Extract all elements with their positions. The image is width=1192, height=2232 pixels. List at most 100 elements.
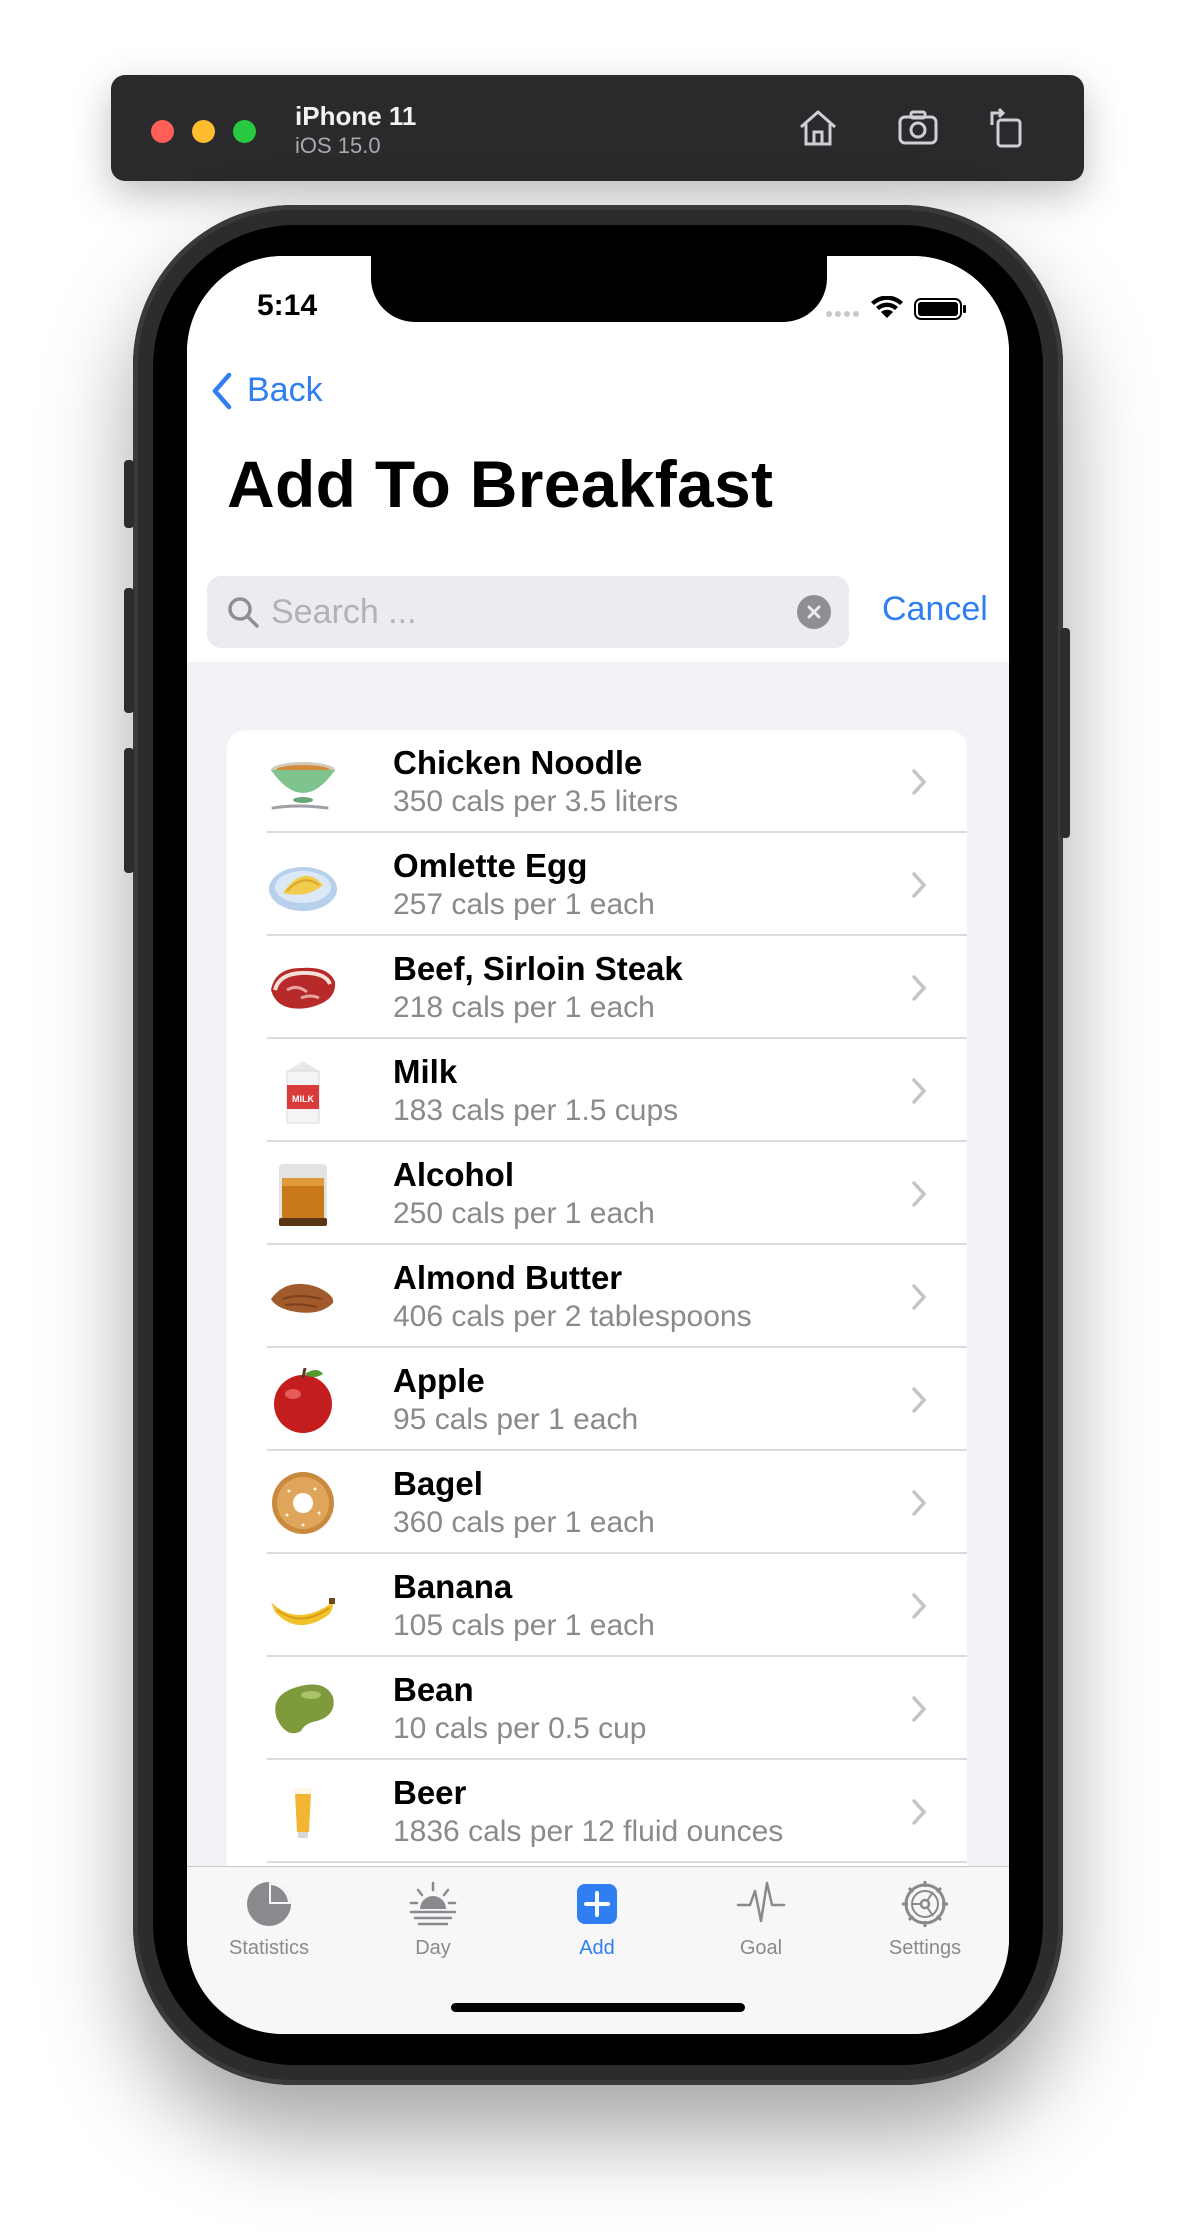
battery-icon (914, 298, 966, 320)
device-name: iPhone 11 (295, 101, 417, 131)
volume-down-button (124, 748, 134, 873)
gear-icon (902, 1881, 948, 1927)
back-button[interactable]: Back (211, 371, 323, 410)
chevron-right-icon (912, 1078, 927, 1104)
zoom-window-button[interactable] (233, 120, 256, 143)
os-version: iOS 15.0 (295, 133, 381, 158)
tab-add[interactable]: Add (515, 1867, 679, 1977)
cancel-button[interactable]: Cancel (882, 590, 988, 629)
apple-icon (274, 1367, 332, 1433)
milk-carton-icon: MILK (286, 1061, 320, 1124)
almond-icon (271, 1283, 334, 1313)
plus-square-icon (577, 1884, 617, 1924)
list-item[interactable]: MILK Milk 183 cals per 1.5 cups (227, 1039, 967, 1142)
clear-search-icon[interactable] (797, 595, 831, 629)
home-indicator (451, 2003, 745, 2012)
food-calories: 350 cals per 3.5 liters (393, 785, 679, 818)
list-item[interactable]: Bagel 360 cals per 1 each (227, 1451, 967, 1554)
food-calories: 360 cals per 1 each (393, 1506, 655, 1539)
page-title: Add To Breakfast (227, 447, 774, 521)
food-name: Omlette Egg (393, 847, 588, 884)
mute-switch (124, 460, 134, 528)
chevron-right-icon (912, 1593, 927, 1619)
chevron-right-icon (912, 1696, 927, 1722)
rotate-icon[interactable] (983, 103, 1033, 153)
simulator-toolbar: iPhone 11 iOS 15.0 (111, 75, 1084, 181)
heartbeat-icon (736, 1881, 786, 1923)
tab-label: Settings (888, 1937, 962, 1959)
list-item[interactable]: Alcohol 250 cals per 1 each (227, 1142, 967, 1245)
list-item[interactable]: Banana 105 cals per 1 each (227, 1554, 967, 1657)
status-time: 5:14 (257, 289, 318, 322)
pie-chart-icon (247, 1882, 291, 1926)
power-button (1060, 628, 1070, 838)
sunrise-icon (409, 1881, 457, 1926)
notch (371, 256, 827, 322)
back-label: Back (247, 371, 323, 409)
chevron-right-icon (912, 1284, 927, 1310)
tab-settings[interactable]: Settings (843, 1867, 1007, 1977)
volume-up-button (124, 588, 134, 713)
food-name: Banana (393, 1568, 513, 1605)
search-field[interactable] (207, 576, 849, 648)
soup-bowl-icon (271, 762, 335, 810)
food-calories: 250 cals per 1 each (393, 1197, 655, 1230)
chevron-left-icon (212, 372, 232, 409)
list-item[interactable]: Bean 10 cals per 0.5 cup (227, 1657, 967, 1760)
food-list: Chicken Noodle 350 cals per 3.5 liters O… (227, 730, 967, 2030)
chevron-right-icon (912, 975, 927, 1001)
tab-label: Goal (739, 1937, 783, 1959)
banana-icon (271, 1598, 335, 1626)
food-calories: 10 cals per 0.5 cup (393, 1712, 647, 1745)
chevron-right-icon (912, 1490, 927, 1516)
search-input[interactable] (271, 576, 771, 648)
close-window-button[interactable] (151, 120, 174, 143)
wifi-icon (871, 296, 903, 318)
app-screen: 5:14 Back Add To Breakfast Search ... Ca… (187, 256, 1009, 2034)
food-calories: 1836 cals per 12 fluid ounces (393, 1815, 784, 1848)
whiskey-glass-icon (279, 1164, 327, 1226)
list-item[interactable]: Beef, Sirloin Steak 218 cals per 1 each (227, 936, 967, 1039)
row-divider (267, 1861, 967, 1863)
food-calories: 257 cals per 1 each (393, 888, 655, 921)
omelette-icon (269, 867, 337, 911)
list-item[interactable]: Apple 95 cals per 1 each (227, 1348, 967, 1451)
status-icons (826, 296, 966, 320)
tab-statistics[interactable]: Statistics (187, 1867, 351, 1977)
food-name: Apple (393, 1362, 485, 1399)
list-item[interactable]: Omlette Egg 257 cals per 1 each (227, 833, 967, 936)
list-item[interactable]: Beer 1836 cals per 12 fluid ounces (227, 1760, 967, 1863)
chevron-right-icon (912, 1387, 927, 1413)
food-name: Beer (393, 1774, 467, 1811)
chevron-right-icon (912, 872, 927, 898)
steak-icon (271, 967, 336, 1009)
food-calories: 105 cals per 1 each (393, 1609, 655, 1642)
list-item[interactable]: Chicken Noodle 350 cals per 3.5 liters (227, 730, 967, 833)
screenshot-icon[interactable] (893, 103, 943, 153)
food-name: Beef, Sirloin Steak (393, 950, 683, 987)
chevron-right-icon (912, 1181, 927, 1207)
chevron-right-icon (912, 1799, 927, 1825)
food-name: Bean (393, 1671, 474, 1708)
tab-label: Statistics (228, 1937, 310, 1959)
home-icon[interactable] (793, 103, 843, 153)
food-name: Chicken Noodle (393, 744, 643, 781)
chevron-right-icon (912, 769, 927, 795)
milk-label: MILK (292, 1094, 314, 1104)
food-name: Bagel (393, 1465, 483, 1502)
tab-label: Add (579, 1937, 615, 1959)
tab-label: Day (415, 1937, 451, 1959)
food-calories: 406 cals per 2 tablespoons (393, 1300, 752, 1333)
food-name: Almond Butter (393, 1259, 623, 1296)
search-icon (228, 597, 259, 628)
food-calories: 218 cals per 1 each (393, 991, 655, 1024)
list-item[interactable]: Almond Butter 406 cals per 2 tablespoons (227, 1245, 967, 1348)
tab-day[interactable]: Day (351, 1867, 515, 1977)
food-name: Milk (393, 1053, 458, 1090)
minimize-window-button[interactable] (192, 120, 215, 143)
beer-glass-icon (294, 1788, 312, 1838)
cellular-signal-icon (826, 311, 859, 317)
bean-icon (275, 1684, 334, 1734)
bagel-icon (272, 1472, 334, 1534)
tab-goal[interactable]: Goal (679, 1867, 843, 1977)
